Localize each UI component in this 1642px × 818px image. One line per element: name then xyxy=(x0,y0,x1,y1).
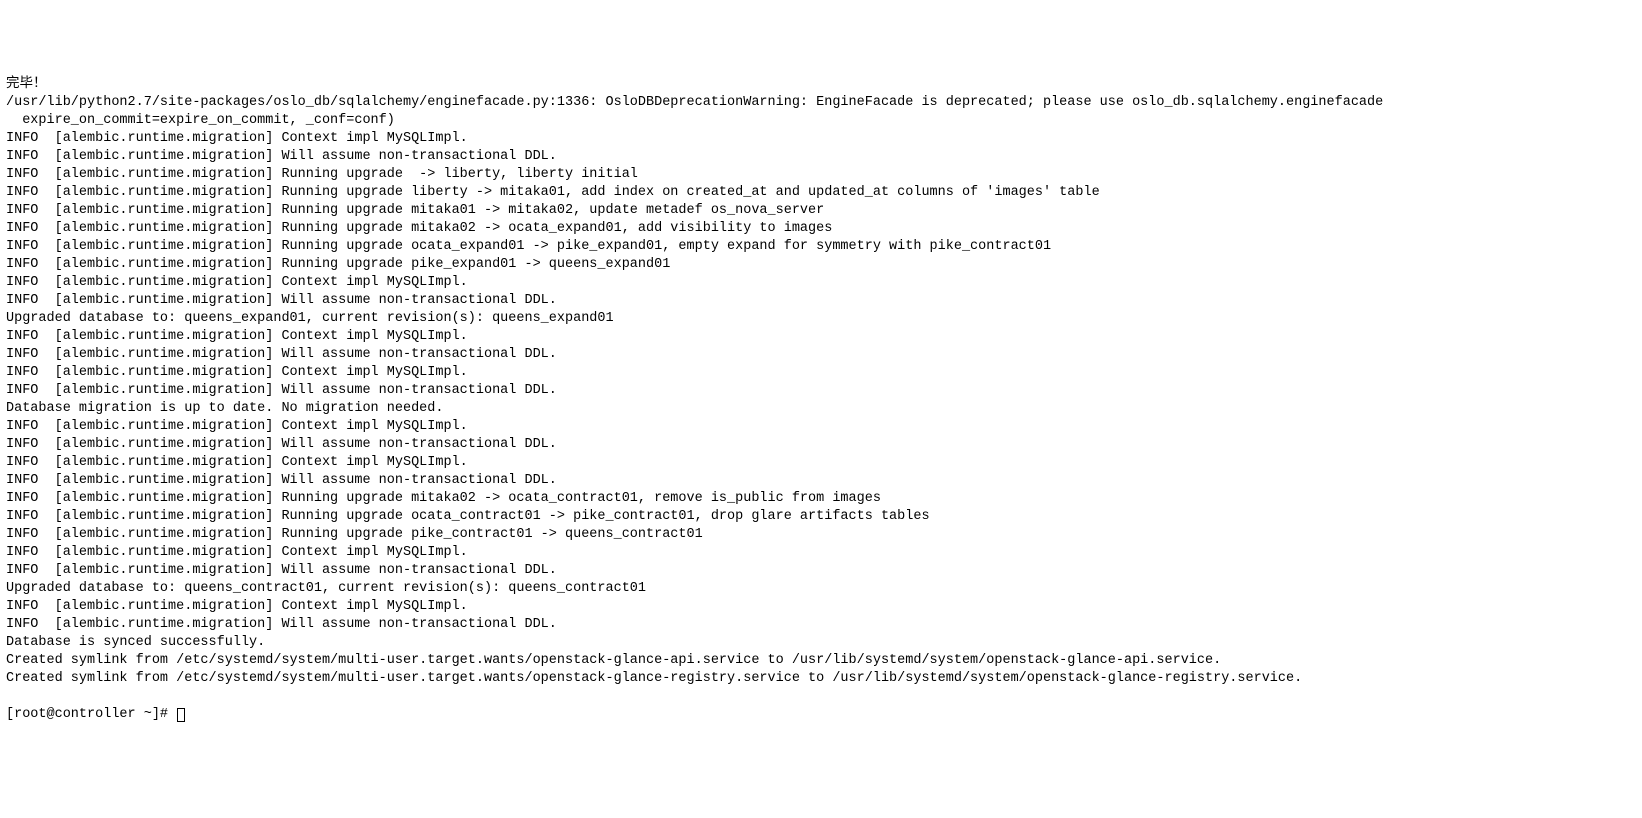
shell-prompt: [root@controller ~]# xyxy=(6,706,176,724)
terminal-output[interactable]: 完毕！ /usr/lib/python2.7/site-packages/osl… xyxy=(6,76,1636,688)
prompt-line[interactable]: [root@controller ~]# xyxy=(6,706,1636,724)
cursor-icon xyxy=(177,708,185,722)
